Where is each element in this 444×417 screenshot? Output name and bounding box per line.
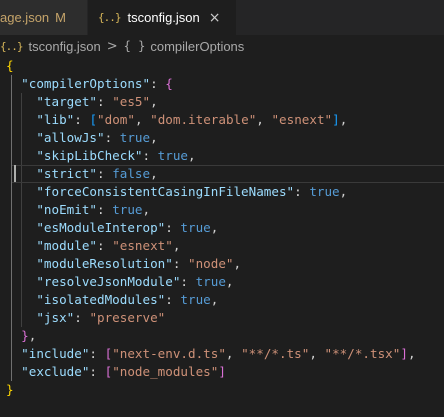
code-line: "isolatedModules": true, — [36, 292, 219, 307]
chevron-right-icon: > — [106, 38, 118, 54]
breadcrumb: {..} tsconfig.json > { } compilerOptions — [0, 35, 444, 57]
code-line: "allowJs": true, — [36, 130, 158, 145]
breadcrumb-symbol[interactable]: compilerOptions — [150, 39, 244, 54]
code-line: "skipLibCheck": true, — [36, 148, 196, 163]
tab-package-json[interactable]: age.json M — [0, 0, 88, 35]
json-file-icon: {..} — [0, 39, 23, 53]
text-cursor — [14, 165, 16, 182]
tab-label: tsconfig.json — [127, 10, 200, 25]
code-line: }, — [21, 328, 37, 343]
tab-tsconfig-json[interactable]: {..} tsconfig.json × — [88, 0, 236, 35]
editor-tab-bar: age.json M {..} tsconfig.json × — [0, 0, 444, 35]
code-line: "jsx": "preserve" — [36, 310, 166, 325]
code-line: "resolveJsonModule": true, — [36, 274, 234, 289]
code-line: "lib": ["dom", "dom.iterable", "esnext"]… — [36, 112, 348, 127]
code-line: "exclude": ["node_modules"] — [21, 364, 226, 379]
tab-label: age.json — [0, 10, 50, 25]
json-file-icon: {..} — [98, 11, 121, 24]
code-editor[interactable]: { "compilerOptions": { "target": "es5", … — [0, 57, 444, 417]
object-icon: { } — [123, 39, 146, 53]
code-line: } — [6, 382, 14, 397]
code-line: "esModuleInterop": true, — [36, 220, 219, 235]
close-icon[interactable]: × — [209, 11, 221, 25]
code-line: "compilerOptions": { — [21, 76, 173, 91]
breadcrumb-file[interactable]: tsconfig.json — [29, 39, 101, 54]
modified-badge: M — [55, 10, 66, 25]
code-line: "module": "esnext", — [36, 238, 181, 253]
code-line: "include": ["next-env.d.ts", "**/*.ts", … — [21, 346, 416, 361]
code-line: "noEmit": true, — [36, 202, 151, 217]
code-line: "forceConsistentCasingInFileNames": true… — [36, 184, 348, 199]
code-line: "target": "es5", — [36, 94, 158, 109]
code-line-current: "strict": false, — [36, 166, 158, 181]
code-line: { — [6, 58, 14, 73]
code-line: "moduleResolution": "node", — [36, 256, 242, 271]
